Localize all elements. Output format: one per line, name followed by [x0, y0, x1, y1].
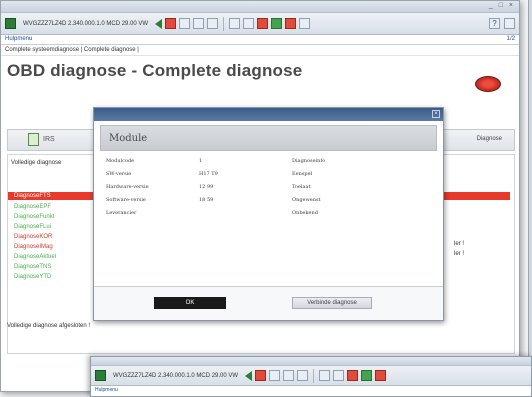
close-icon[interactable]: × — [432, 110, 440, 118]
toolbar-separator — [313, 368, 315, 383]
list-item[interactable]: DiagnoseEPF — [14, 204, 51, 210]
gear-icon[interactable] — [319, 370, 331, 381]
completion-message: Volledige diagnose afgesloten ! — [7, 323, 91, 329]
info-icon[interactable] — [299, 18, 311, 29]
row-value: 18 59 — [199, 197, 214, 203]
print-icon[interactable] — [179, 18, 191, 29]
save-diagnose-button[interactable]: Verbinde diagnose — [292, 297, 372, 309]
list-item[interactable]: DiagnoseAktuel — [14, 254, 56, 260]
status-note: ler ! — [454, 241, 465, 247]
document-icon[interactable] — [333, 370, 345, 381]
toolbar-right: ? — [489, 18, 515, 29]
breadcrumb[interactable]: Complete systeemdiagnose | Complete diag… — [1, 45, 519, 56]
page-title: OBD diagnose - Complete diagnose — [7, 61, 303, 80]
alert-icon[interactable] — [285, 18, 297, 29]
table-row: Modulcode 1 Diagnoseinfo — [106, 158, 426, 171]
app-icon — [95, 370, 106, 381]
row-label: Hardware-versie — [106, 184, 149, 190]
document-icon[interactable] — [243, 18, 255, 29]
print-icon[interactable] — [269, 370, 281, 381]
window-controls[interactable]: _ □ × — [489, 2, 515, 9]
menubar: Hulpmenu 1/2 — [1, 35, 519, 45]
back-arrow-icon[interactable] — [245, 370, 253, 381]
app-icon — [5, 18, 16, 29]
vehicle-identifier: WVGZZZ7LZ4D 2.340.000.1.0 MCD 29.00 VW — [23, 20, 149, 27]
refresh-icon[interactable] — [193, 18, 205, 29]
list-item[interactable]: DiagnoseKOR — [14, 234, 52, 240]
ok-button[interactable]: OK — [154, 297, 226, 309]
help-icon[interactable]: ? — [489, 18, 500, 29]
list-item[interactable]: DiagnoseYTD — [14, 274, 51, 280]
report-icon — [28, 133, 39, 146]
refresh-icon[interactable] — [283, 370, 295, 381]
main-window: _ □ × WVGZZZ7LZ4D 2.340.000.1.0 MCD 29.0… — [0, 0, 520, 392]
background-window-title-strip — [91, 357, 531, 366]
page-indicator: 1/2 — [506, 36, 515, 42]
list-item[interactable]: DiagnoseFunkt — [14, 214, 54, 220]
row-status: Toelaat — [292, 184, 311, 190]
module-dialog: × Module Modulcode 1 Diagnoseinfo SW-ver… — [93, 107, 444, 321]
settings-icon[interactable] — [504, 18, 515, 29]
row-status: Onbekend — [292, 210, 318, 216]
back-arrow-icon[interactable] — [155, 18, 163, 29]
table-row: Hardware-versie 12 99 Toelaat — [106, 184, 426, 197]
vehicle-icon[interactable] — [257, 18, 269, 29]
dialog-button-bar: OK Verbinde diagnose — [94, 286, 443, 320]
connection-icon[interactable] — [271, 18, 283, 29]
tab-irs[interactable]: IRS — [28, 133, 55, 146]
vehicle-icon[interactable] — [347, 370, 359, 381]
row-status: Ongewenst — [292, 197, 321, 203]
stop-icon[interactable] — [165, 18, 177, 29]
background-window-edge — [528, 0, 532, 397]
background-menubar[interactable]: Hulpmenu — [91, 386, 531, 394]
tools-icon[interactable] — [297, 370, 309, 381]
tools-icon[interactable] — [207, 18, 219, 29]
stop-icon[interactable] — [255, 370, 267, 381]
row-label: Leverancier — [106, 210, 137, 216]
table-row: Leverancier Onbekend — [106, 210, 426, 223]
toolbar: WVGZZZ7LZ4D 2.340.000.1.0 MCD 29.00 VW ? — [1, 13, 519, 35]
vehicle-identifier: WVGZZZ7LZ4D 2.340.000.1.0 MCD 29.00 VW — [113, 372, 239, 379]
row-status: Eenspel — [292, 171, 313, 177]
menu-item-help[interactable]: Hulpmenu — [5, 36, 32, 43]
gear-icon[interactable] — [229, 18, 241, 29]
dialog-titlebar: × — [94, 108, 443, 121]
toolbar-separator — [223, 16, 225, 31]
row-value: 12 99 — [199, 184, 214, 190]
brand-logo — [475, 76, 501, 92]
connection-icon[interactable] — [361, 370, 373, 381]
row-value: 1 — [199, 158, 203, 164]
row-label: Software-versie — [106, 197, 146, 203]
tab-diagnose[interactable]: Diagnose — [477, 136, 502, 142]
window-title-strip: _ □ × — [1, 1, 519, 13]
tab-irs-label: IRS — [43, 136, 55, 143]
row-value: H17 T9 — [199, 171, 218, 177]
list-item[interactable]: DiagnoseIMag — [14, 244, 53, 250]
table-row: Software-versie 18 59 Ongewenst — [106, 197, 426, 210]
row-label: SW-versie — [106, 171, 132, 177]
dialog-heading: Module — [100, 125, 437, 151]
alert-icon[interactable] — [375, 370, 387, 381]
background-toolbar: WVGZZZ7LZ4D 2.340.000.1.0 MCD 29.00 VW — [91, 366, 531, 386]
status-note: ler ! — [454, 251, 465, 257]
row-status: Diagnoseinfo — [292, 158, 326, 164]
row-label: Modulcode — [106, 158, 135, 164]
list-item[interactable]: DiagnoseTNS — [14, 264, 51, 270]
list-item[interactable]: DiagnoseFLui — [14, 224, 51, 230]
table-row: SW-versie H17 T9 Eenspel — [106, 171, 426, 184]
module-info-table: Modulcode 1 Diagnoseinfo SW-versie H17 T… — [106, 158, 426, 223]
background-window: WVGZZZ7LZ4D 2.340.000.1.0 MCD 29.00 VW H… — [90, 356, 532, 397]
